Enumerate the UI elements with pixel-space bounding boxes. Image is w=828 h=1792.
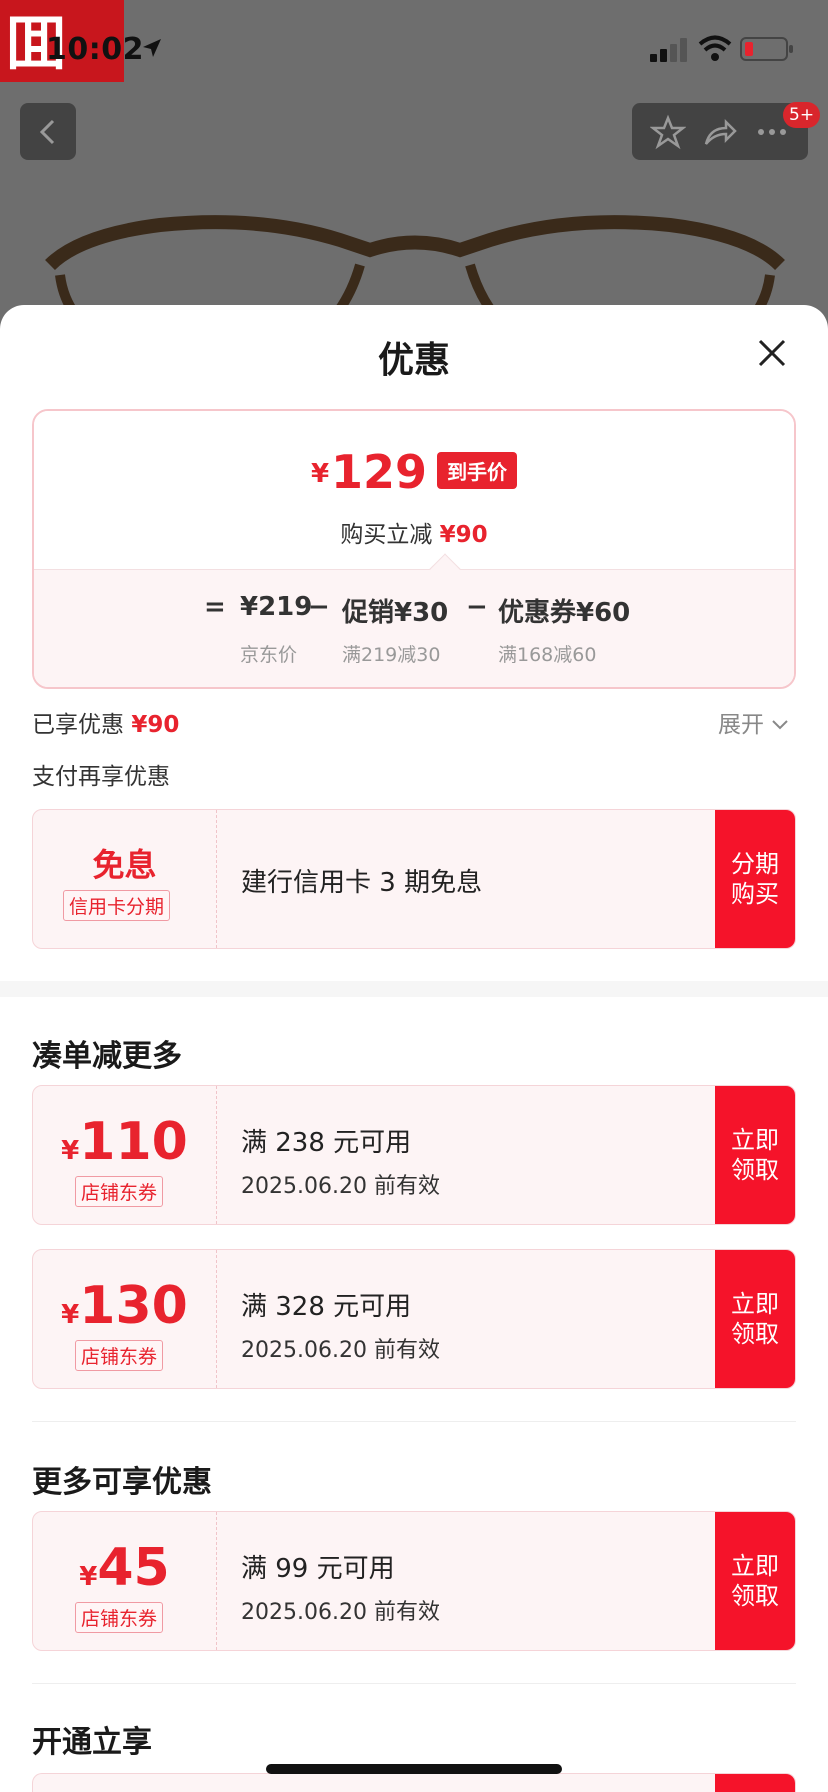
coupon-card: ¥110 店铺东券 满 238 元可用 2025.06.20 前有效 立即 领取 bbox=[32, 1085, 796, 1225]
coupon-amount: 110 bbox=[79, 1112, 188, 1172]
price-breakdown: = ¥219 京东价 − 促销¥30 满219减30 − 优惠券¥60 满168… bbox=[34, 569, 794, 687]
coupon-value: 优惠券¥60 bbox=[498, 598, 631, 628]
home-indicator bbox=[266, 1764, 562, 1774]
jd-price-label: 京东价 bbox=[240, 644, 298, 666]
coupon-card: ¥130 店铺东券 满 328 元可用 2025.06.20 前有效 立即 领取 bbox=[32, 1249, 796, 1389]
share-icon[interactable] bbox=[702, 114, 738, 150]
credit-installment-tag: 信用卡分期 bbox=[63, 890, 171, 921]
pay-more-label: 支付再享优惠 bbox=[32, 764, 170, 790]
installment-desc: 建行信用卡 3 期免息 bbox=[241, 868, 483, 898]
section-title-extra: 更多可享优惠 bbox=[32, 1465, 212, 1500]
claim-coupon-button[interactable]: 立即 领取 bbox=[715, 1512, 795, 1650]
section-title-open: 开通立享 bbox=[32, 1725, 152, 1760]
section-separator bbox=[32, 1421, 796, 1422]
chevron-left-icon bbox=[39, 119, 55, 145]
notification-badge: 5+ bbox=[783, 102, 821, 128]
coupon-expiry: 2025.06.20 前有效 bbox=[241, 1174, 440, 1199]
discount-sheet: 优惠 ¥ 129 到手价 购买立减 ¥90 = ¥219 京东价 − 促销¥30… bbox=[0, 305, 828, 1792]
promo-condition: 满219减30 bbox=[342, 644, 441, 666]
back-button[interactable] bbox=[20, 103, 76, 160]
installment-card: 免息 信用卡分期 建行信用卡 3 期免息 分期 购买 bbox=[32, 809, 796, 949]
jd-price: ¥219 bbox=[240, 592, 313, 622]
installment-buy-button[interactable]: 分期 购买 bbox=[715, 810, 795, 948]
final-price: 129 bbox=[331, 445, 428, 499]
coupon-condition: 满 238 元可用 bbox=[241, 1128, 412, 1158]
coupon-card-partial bbox=[32, 1773, 796, 1792]
close-icon[interactable] bbox=[754, 335, 790, 371]
price-card: ¥ 129 到手价 购买立减 ¥90 = ¥219 京东价 − 促销¥30 满2… bbox=[32, 409, 796, 689]
coupon-tag: 店铺东券 bbox=[75, 1176, 164, 1207]
coupon-expiry: 2025.06.20 前有效 bbox=[241, 1338, 440, 1363]
wifi-icon bbox=[698, 35, 732, 61]
promo-value: 促销¥30 bbox=[342, 598, 449, 628]
minus-sign: − bbox=[466, 592, 488, 622]
section-separator bbox=[32, 1683, 796, 1684]
minus-sign: − bbox=[308, 592, 330, 622]
toolbar bbox=[632, 103, 808, 160]
cellular-signal-icon bbox=[650, 38, 687, 62]
location-arrow-icon bbox=[143, 39, 161, 57]
sheet-title: 优惠 bbox=[377, 340, 450, 381]
currency-symbol: ¥ bbox=[310, 459, 330, 489]
coupon-card: ¥45 店铺东券 满 99 元可用 2025.06.20 前有效 立即 领取 bbox=[32, 1511, 796, 1651]
instant-save: 购买立减 ¥90 bbox=[340, 522, 488, 548]
expand-button[interactable]: 展开 bbox=[718, 705, 789, 739]
coupon-condition: 满 99 元可用 bbox=[241, 1554, 395, 1584]
coupon-condition: 满168减60 bbox=[498, 644, 597, 666]
coupon-amount: 45 bbox=[97, 1538, 170, 1598]
star-icon[interactable] bbox=[650, 114, 686, 150]
section-title-more: 凑单减更多 bbox=[32, 1039, 182, 1074]
chevron-down-icon bbox=[772, 720, 789, 730]
status-time: 10:02 bbox=[46, 32, 144, 67]
interest-free-label: 免息 bbox=[92, 846, 157, 884]
equals-sign: = bbox=[204, 592, 226, 622]
coupon-expiry: 2025.06.20 前有效 bbox=[241, 1600, 440, 1625]
claim-coupon-button[interactable]: 立即 领取 bbox=[715, 1086, 795, 1224]
coupon-tag: 店铺东券 bbox=[75, 1340, 164, 1371]
coupon-tag: 店铺东券 bbox=[75, 1602, 164, 1633]
coupon-condition: 满 328 元可用 bbox=[241, 1292, 412, 1322]
claim-coupon-button[interactable] bbox=[715, 1774, 795, 1792]
enjoyed-discount: 已享优惠 ¥90 bbox=[32, 712, 180, 738]
final-price-tag: 到手价 bbox=[437, 452, 518, 489]
battery-icon bbox=[740, 37, 793, 61]
status-bar: 10:02 bbox=[0, 0, 828, 100]
coupon-amount: 130 bbox=[79, 1276, 188, 1336]
section-divider bbox=[0, 981, 828, 997]
claim-coupon-button[interactable]: 立即 领取 bbox=[715, 1250, 795, 1388]
